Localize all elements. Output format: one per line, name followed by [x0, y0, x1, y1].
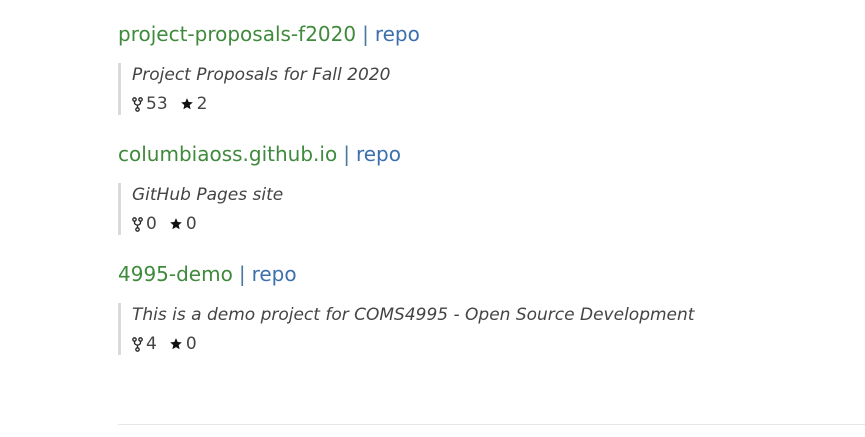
star-icon	[169, 218, 182, 230]
repo-item: 4995-demo | repo This is a demo project fo…	[118, 259, 865, 355]
fork-count-value: 0	[146, 214, 157, 234]
fork-icon	[132, 96, 143, 112]
repo-name-link[interactable]: project-proposals-f2020	[118, 22, 356, 46]
repo-stats: 0 0	[132, 213, 865, 235]
star-count-value: 2	[196, 94, 208, 114]
separator: |	[362, 22, 369, 46]
repo-name-link[interactable]: 4995-demo	[118, 262, 233, 286]
fork-count: 0	[132, 213, 157, 235]
separator: |	[238, 262, 246, 286]
fork-count-value: 53	[146, 94, 168, 114]
repo-details: This is a demo project for COMS4995 - Op…	[118, 303, 865, 355]
repo-header: 4995-demo | repo	[118, 259, 865, 289]
fork-icon	[132, 336, 143, 352]
star-count: 0	[169, 213, 197, 235]
repo-item: columbiaoss.github.io | repo GitHub Pages …	[118, 139, 865, 235]
repo-link[interactable]: repo	[356, 142, 401, 166]
repo-list: project-proposals-f2020 | repo Project Pro…	[118, 19, 865, 355]
star-count: 0	[169, 333, 197, 355]
repo-header: project-proposals-f2020 | repo	[118, 19, 865, 49]
separator: |	[343, 142, 350, 166]
star-icon	[180, 98, 193, 110]
repo-details: GitHub Pages site 0 0	[118, 183, 865, 235]
repo-description: Project Proposals for Fall 2020	[132, 65, 391, 85]
repo-item: project-proposals-f2020 | repo Project Pro…	[118, 19, 865, 115]
repo-details: Project Proposals for Fall 2020 53 2	[118, 63, 865, 115]
star-count: 2	[180, 93, 208, 115]
fork-count: 4	[132, 333, 157, 355]
repo-description: This is a demo project for COMS4995 - Op…	[132, 305, 695, 325]
repo-description: GitHub Pages site	[132, 185, 284, 205]
repo-header: columbiaoss.github.io | repo	[118, 139, 865, 169]
repo-link[interactable]: repo	[252, 262, 297, 286]
repo-stats: 4 0	[132, 333, 865, 355]
fork-count-value: 4	[146, 334, 157, 354]
fork-icon	[132, 216, 143, 232]
fork-count: 53	[132, 93, 168, 115]
divider	[118, 424, 865, 425]
star-count-value: 0	[185, 214, 197, 234]
star-icon	[169, 338, 182, 350]
star-count-value: 0	[185, 334, 197, 354]
repo-stats: 53 2	[132, 93, 865, 115]
repo-name-link[interactable]: columbiaoss.github.io	[118, 142, 337, 166]
repo-link[interactable]: repo	[375, 22, 420, 46]
